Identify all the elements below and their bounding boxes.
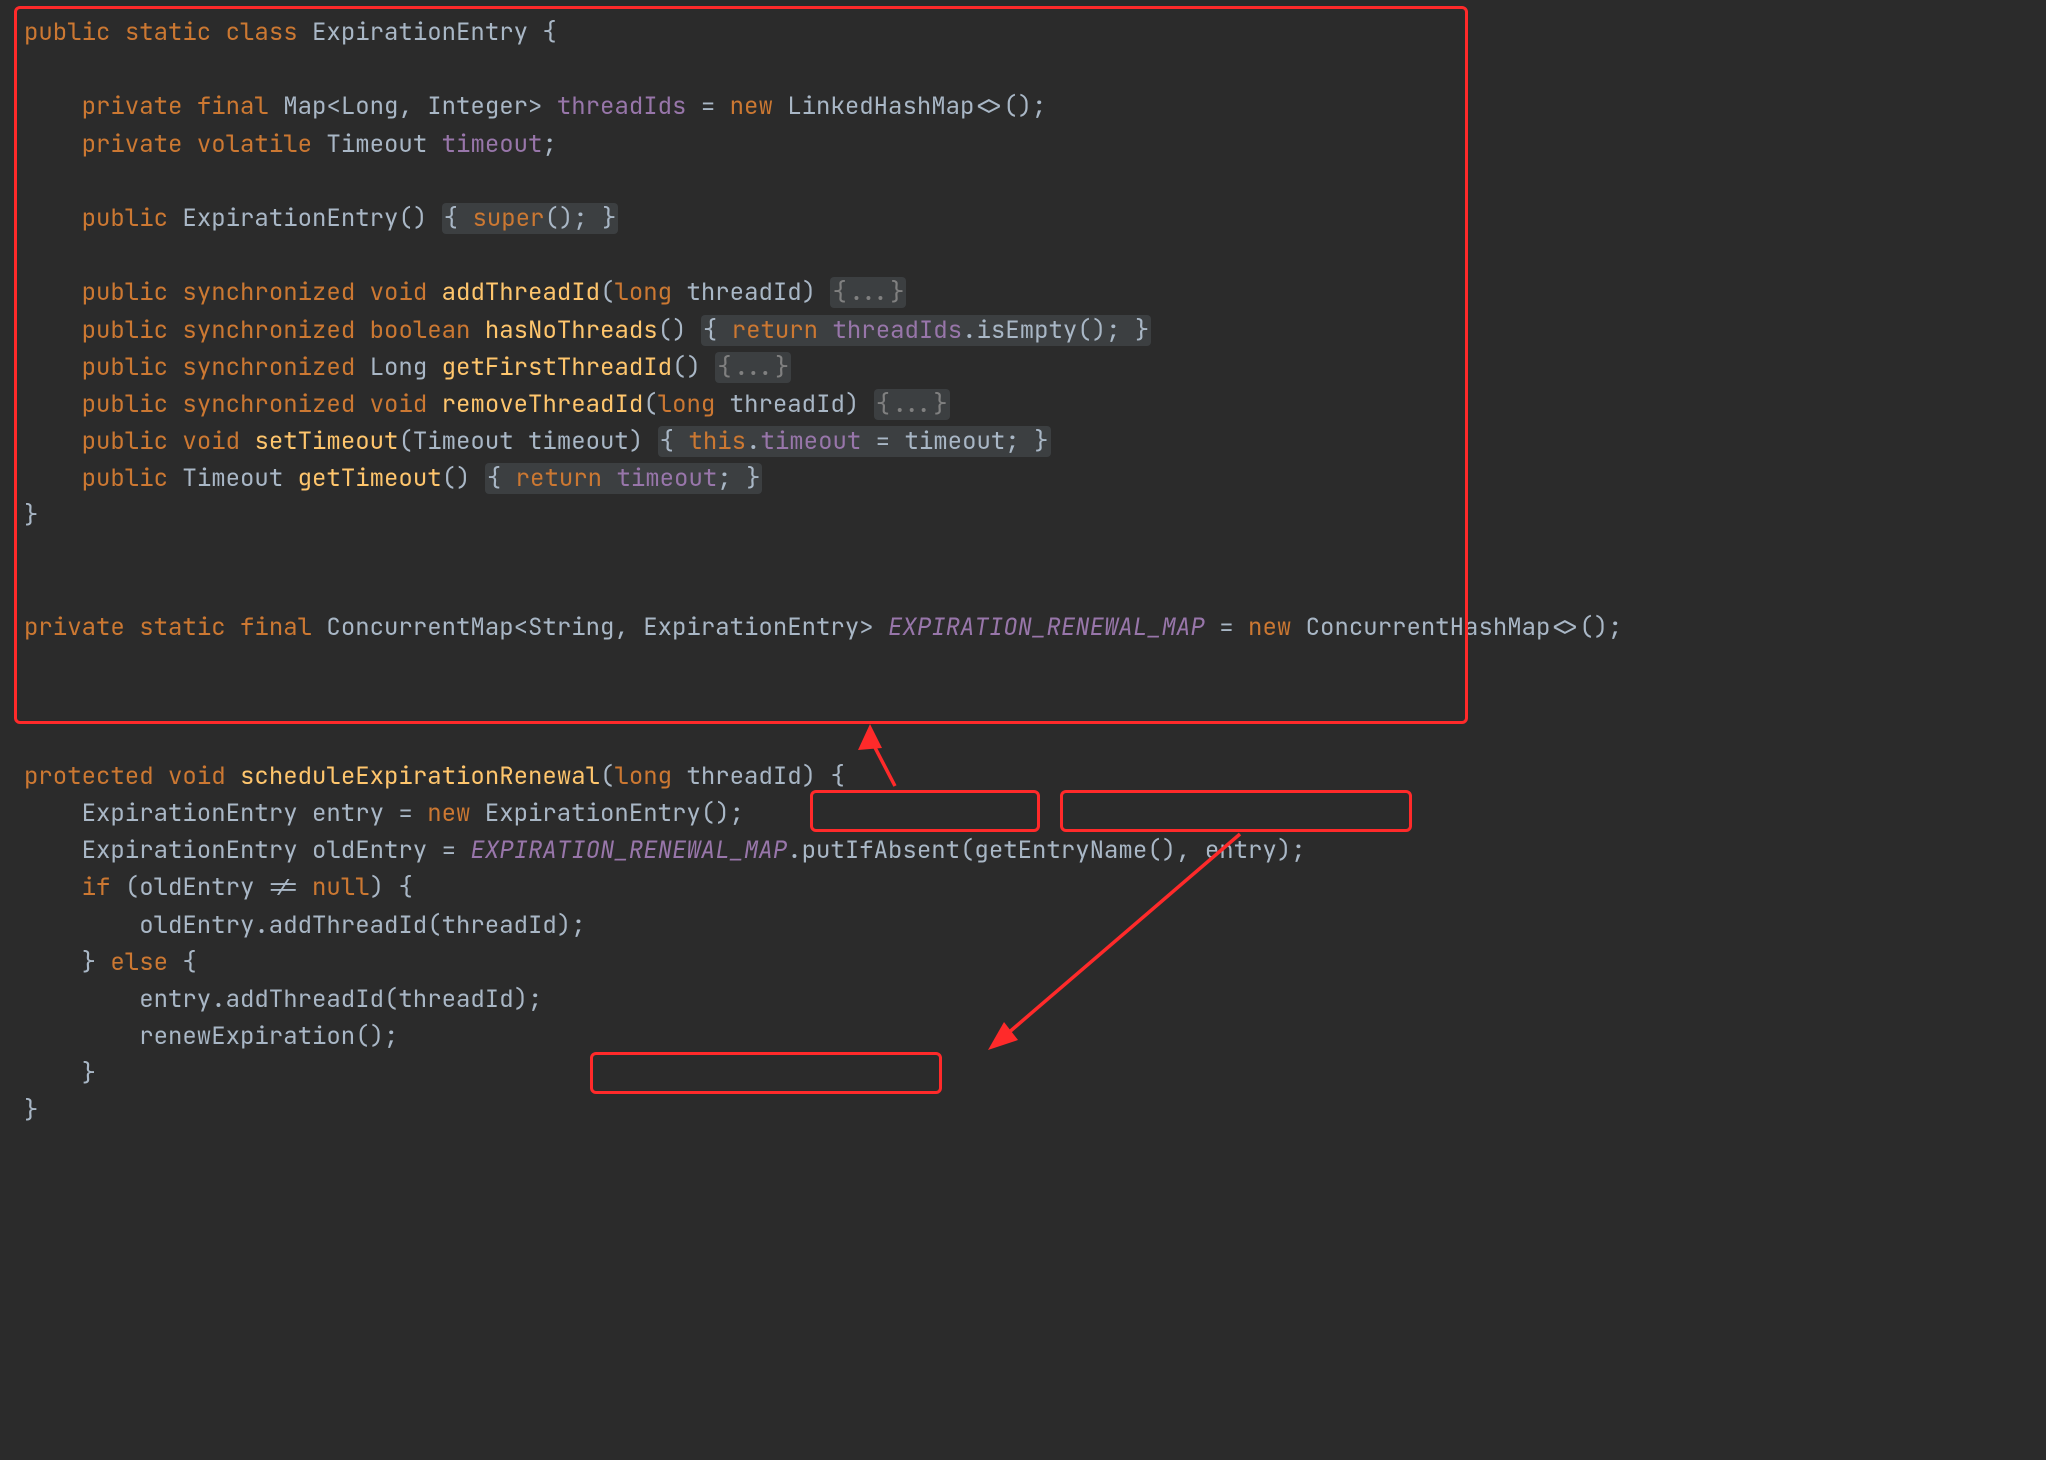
code-editor[interactable]: public static class ExpirationEntry { pr… bbox=[0, 0, 2046, 1160]
code-line: public synchronized Long getFirstThreadI… bbox=[24, 349, 2022, 386]
code-line: public synchronized boolean hasNoThreads… bbox=[24, 312, 2022, 349]
code-line bbox=[24, 721, 2022, 758]
code-line: public Timeout getTimeout() { return tim… bbox=[24, 460, 2022, 497]
code-line: } bbox=[24, 1055, 2022, 1092]
code-line: if (oldEntry != null) { bbox=[24, 869, 2022, 906]
code-line: public synchronized void addThreadId(lon… bbox=[24, 274, 2022, 311]
code-line: protected void scheduleExpirationRenewal… bbox=[24, 758, 2022, 795]
code-line: private volatile Timeout timeout; bbox=[24, 126, 2022, 163]
code-line: } bbox=[24, 497, 2022, 534]
code-line bbox=[24, 535, 2022, 572]
code-line: renewExpiration(); bbox=[24, 1018, 2022, 1055]
code-line bbox=[24, 163, 2022, 200]
code-line bbox=[24, 683, 2022, 720]
code-line: ExpirationEntry oldEntry = EXPIRATION_RE… bbox=[24, 832, 2022, 869]
code-line: public synchronized void removeThreadId(… bbox=[24, 386, 2022, 423]
code-line bbox=[24, 51, 2022, 88]
code-line: ExpirationEntry entry = new ExpirationEn… bbox=[24, 795, 2022, 832]
code-line bbox=[24, 237, 2022, 274]
code-line bbox=[24, 572, 2022, 609]
code-line: private static final ConcurrentMap<Strin… bbox=[24, 609, 2022, 646]
code-line: oldEntry.addThreadId(threadId); bbox=[24, 907, 2022, 944]
code-line: } bbox=[24, 1092, 2022, 1129]
code-line: private final Map<Long, Integer> threadI… bbox=[24, 88, 2022, 125]
code-line bbox=[24, 646, 2022, 683]
folded-code-icon[interactable]: {...} bbox=[830, 277, 906, 308]
code-line: public static class ExpirationEntry { bbox=[24, 14, 2022, 51]
folded-code-icon[interactable]: {...} bbox=[715, 352, 791, 383]
code-line: } else { bbox=[24, 944, 2022, 981]
code-line: entry.addThreadId(threadId); bbox=[24, 981, 2022, 1018]
code-line: public void setTimeout(Timeout timeout) … bbox=[24, 423, 2022, 460]
folded-code-icon[interactable]: {...} bbox=[874, 389, 950, 420]
code-line: public ExpirationEntry() { super(); } bbox=[24, 200, 2022, 237]
